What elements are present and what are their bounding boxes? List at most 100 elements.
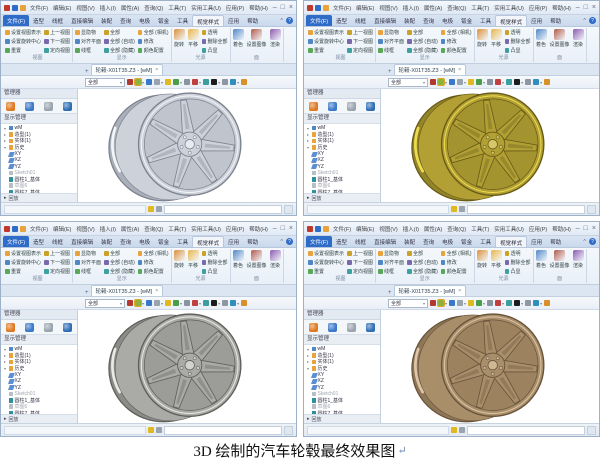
ribbon-command[interactable]: 定向视图 [44, 47, 70, 54]
ribbon-big-button[interactable]: 着色 [535, 250, 547, 269]
ribbon-big-button[interactable]: 渲染 [269, 29, 281, 48]
close-icon[interactable]: × [289, 225, 293, 232]
ribbon-tab[interactable]: 视觉样式 [192, 236, 225, 247]
ribbon-big-button[interactable]: 设置图像 [550, 29, 570, 48]
ribbon-big-button[interactable]: 渲染 [572, 250, 584, 269]
ribbon-tab[interactable]: 装配 [97, 15, 116, 26]
menu-item[interactable]: 编辑(E) [53, 225, 71, 233]
ribbon-command[interactable]: 透明 [201, 250, 228, 257]
menu-item[interactable]: 帮助(H) [249, 225, 268, 233]
ribbon-command[interactable]: 显隐物 [378, 250, 404, 257]
collapse-ribbon-icon[interactable]: ^ [583, 239, 586, 245]
menu-item[interactable]: 实用工具(U) [191, 225, 221, 233]
ribbon-command[interactable]: 线框 [75, 268, 101, 275]
resize-grip[interactable] [284, 425, 293, 435]
ribbon-tab[interactable]: 帮助 [546, 15, 565, 26]
minimize-icon[interactable]: – [273, 225, 277, 232]
menu-item[interactable]: 查询(Q) [144, 225, 163, 233]
new-tab-icon[interactable]: + [388, 69, 392, 75]
assembly-manager-icon[interactable] [328, 322, 337, 332]
document-tab[interactable]: 轮毂-X01T35.Z3 - [wM] × [393, 64, 467, 75]
ribbon-tab[interactable]: 装配 [400, 236, 419, 247]
ribbon-tab[interactable]: 线框 [48, 236, 67, 247]
status-icon[interactable] [156, 206, 162, 212]
menu-item[interactable]: 帮助(H) [552, 4, 571, 12]
ribbon-big-button[interactable]: 平移 [490, 29, 502, 48]
ribbon-tab[interactable]: 工具 [173, 236, 192, 247]
quick-access-icon[interactable] [12, 225, 18, 232]
ribbon-tab[interactable]: 直接编辑 [370, 236, 400, 247]
help-icon[interactable]: ? [589, 17, 596, 24]
ribbon-command[interactable]: 显隐物 [378, 29, 404, 36]
view-manager-icon[interactable] [44, 322, 53, 332]
ribbon-tab[interactable]: 线框 [351, 236, 370, 247]
viewport-3d[interactable] [78, 89, 296, 202]
ribbon-command[interactable]: 定向视图 [347, 268, 373, 275]
ribbon-command[interactable]: 修改 [137, 259, 169, 266]
ribbon-tab[interactable]: 应用 [527, 236, 546, 247]
menu-item[interactable]: 工具(T) [471, 4, 489, 12]
ribbon-command[interactable]: 全部 (相机) [440, 250, 472, 257]
menu-item[interactable]: 实用工具(U) [494, 4, 524, 12]
history-manager-icon[interactable] [6, 322, 15, 332]
app-logo-icon[interactable] [4, 225, 10, 232]
menu-item[interactable]: 应用(P) [529, 225, 547, 233]
ribbon-command[interactable]: 全部 (隐藏) [407, 268, 438, 275]
ribbon-command[interactable]: 重置 [308, 268, 344, 275]
ribbon-tab[interactable]: 钣金 [154, 15, 173, 26]
menu-item[interactable]: 视图(V) [379, 4, 397, 12]
menu-item[interactable]: 帮助(H) [249, 4, 268, 12]
ribbon-command[interactable]: 下一视图 [44, 259, 70, 266]
ribbon-tab[interactable]: 工具 [476, 15, 495, 26]
ribbon-command[interactable]: 全部 (隐藏) [407, 47, 438, 54]
collapse-ribbon-icon[interactable]: ^ [280, 18, 283, 24]
menu-item[interactable]: 应用(P) [226, 225, 244, 233]
ribbon-command[interactable]: 全部 [104, 250, 135, 257]
status-input-field[interactable] [164, 204, 282, 214]
status-icon[interactable] [148, 206, 154, 212]
maximize-icon[interactable]: □ [584, 225, 588, 232]
ribbon-command[interactable]: 全部 (隐藏) [104, 47, 135, 54]
ribbon-tab[interactable]: 帮助 [243, 236, 262, 247]
document-tab[interactable]: 轮毂-X01T35.Z3 - [wM] × [90, 64, 164, 75]
ribbon-command[interactable]: 凸显 [201, 47, 228, 54]
ribbon-command[interactable]: 凸显 [201, 268, 228, 275]
visual-manager-icon[interactable] [366, 101, 375, 111]
ribbon-big-button[interactable]: 旋转 [173, 250, 185, 269]
menu-item[interactable]: 帮助(H) [552, 225, 571, 233]
ribbon-command[interactable]: 设置视图表示 [308, 29, 344, 36]
ribbon-command[interactable]: 设置旋转中心 [308, 259, 344, 266]
menu-item[interactable]: 应用(P) [226, 4, 244, 12]
quick-access-icon[interactable] [12, 4, 18, 11]
ribbon-tab[interactable]: 工具 [476, 236, 495, 247]
resize-grip[interactable] [587, 204, 596, 214]
ribbon-tab[interactable]: 钣金 [457, 236, 476, 247]
assembly-manager-icon[interactable] [25, 322, 34, 332]
ribbon-command[interactable]: 对齐平面 [75, 259, 101, 266]
ribbon-command[interactable]: 下一视图 [347, 259, 373, 266]
ribbon-command[interactable]: 删除全部 [504, 259, 531, 266]
status-input-field[interactable] [467, 204, 585, 214]
help-icon[interactable]: ? [286, 17, 293, 24]
ribbon-command[interactable]: 全部 (相机) [137, 250, 169, 257]
app-logo-icon[interactable] [307, 225, 313, 232]
ribbon-command[interactable]: 对齐平面 [378, 38, 404, 45]
ribbon-command[interactable]: 删除全部 [201, 259, 228, 266]
new-tab-icon[interactable]: + [85, 69, 89, 75]
ribbon-command[interactable]: 重置 [308, 47, 344, 54]
ribbon-command[interactable]: 线框 [378, 268, 404, 275]
menu-item[interactable]: 工具(T) [168, 225, 186, 233]
ribbon-command[interactable]: 删除全部 [504, 38, 531, 45]
ribbon-big-button[interactable]: 旋转 [476, 250, 488, 269]
maximize-icon[interactable]: □ [584, 4, 588, 11]
assembly-manager-icon[interactable] [328, 101, 337, 111]
ribbon-command[interactable]: 全部 (自动) [104, 38, 135, 45]
maximize-icon[interactable]: □ [281, 225, 285, 232]
ribbon-tab[interactable]: 应用 [527, 15, 546, 26]
ribbon-command[interactable]: 凸显 [504, 268, 531, 275]
menu-item[interactable]: 工具(T) [471, 225, 489, 233]
ribbon-command[interactable]: 颜色配置 [440, 268, 472, 275]
document-tab[interactable]: 轮毂-X01T35.Z3 - [wM] × [393, 285, 467, 296]
ribbon-big-button[interactable]: 设置图像 [247, 29, 267, 48]
viewport-3d[interactable] [381, 89, 599, 202]
